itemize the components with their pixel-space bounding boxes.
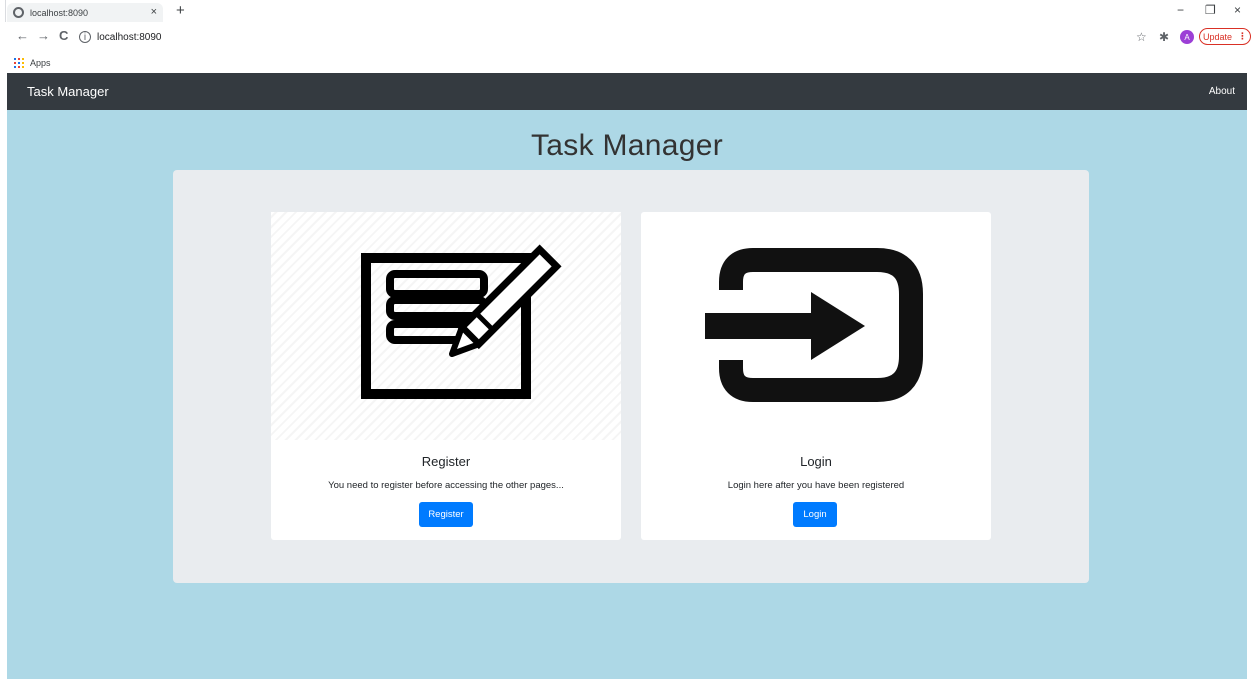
register-form-pencil-icon bbox=[361, 244, 562, 399]
restore-icon[interactable]: ❐ bbox=[1205, 3, 1216, 17]
login-button[interactable]: Login bbox=[793, 502, 837, 527]
site-info-icon[interactable]: i bbox=[79, 31, 91, 43]
forward-arrow-icon[interactable]: → bbox=[37, 28, 50, 44]
tab-close-icon[interactable]: × bbox=[151, 7, 157, 18]
update-button[interactable]: Update ⋮ bbox=[1199, 28, 1251, 45]
login-arrow-icon bbox=[705, 248, 923, 402]
minimize-icon[interactable]: − bbox=[1177, 3, 1184, 17]
nav-link-about[interactable]: About bbox=[1209, 86, 1235, 97]
bookmark-star-icon[interactable]: ☆ bbox=[1136, 30, 1147, 44]
reload-icon[interactable]: C bbox=[59, 28, 68, 44]
tab-title: localhost:8090 bbox=[30, 7, 89, 18]
register-image bbox=[271, 212, 621, 440]
bookmark-apps[interactable]: Apps bbox=[30, 58, 51, 68]
browser-tab-strip: localhost:8090 × + − ❐ × bbox=[0, 0, 1253, 22]
address-bar-row: ← → C i localhost:8090 ☆ ✱ A Update ⋮ bbox=[0, 22, 1253, 52]
login-card: Login Login here after you have been reg… bbox=[641, 212, 991, 540]
page-viewport: Task Manager About Task Manager Register… bbox=[7, 73, 1247, 679]
register-button[interactable]: Register bbox=[419, 502, 473, 527]
register-card-text: You need to register before accessing th… bbox=[328, 480, 564, 491]
menu-dots-icon: ⋮ bbox=[1238, 31, 1248, 41]
extensions-icon[interactable]: ✱ bbox=[1159, 30, 1169, 44]
url-text[interactable]: localhost:8090 bbox=[97, 32, 162, 43]
page-title: Task Manager bbox=[530, 129, 724, 162]
register-card-title: Register bbox=[421, 454, 471, 469]
window-close-icon[interactable]: × bbox=[1234, 3, 1241, 17]
login-card-title: Login bbox=[800, 454, 832, 469]
url-field[interactable]: i localhost:8090 bbox=[79, 27, 1119, 47]
top-navbar: Task Manager About bbox=[7, 73, 1247, 110]
navbar-brand[interactable]: Task Manager bbox=[27, 84, 109, 99]
back-arrow-icon[interactable]: ← bbox=[16, 28, 29, 44]
update-label: Update bbox=[1202, 31, 1233, 42]
bookmarks-bar: Apps bbox=[0, 52, 1253, 73]
register-card: Register You need to register before acc… bbox=[271, 212, 621, 540]
apps-grid-icon[interactable] bbox=[14, 57, 24, 68]
new-tab-button[interactable]: + bbox=[176, 3, 185, 19]
login-image bbox=[641, 212, 991, 440]
tab-strip-edge bbox=[0, 0, 6, 22]
login-card-text: Login here after you have been registere… bbox=[727, 480, 905, 491]
globe-icon bbox=[13, 7, 24, 18]
browser-tab[interactable]: localhost:8090 × bbox=[7, 3, 163, 22]
profile-avatar[interactable]: A bbox=[1180, 30, 1194, 44]
jumbotron: Register You need to register before acc… bbox=[173, 170, 1089, 583]
